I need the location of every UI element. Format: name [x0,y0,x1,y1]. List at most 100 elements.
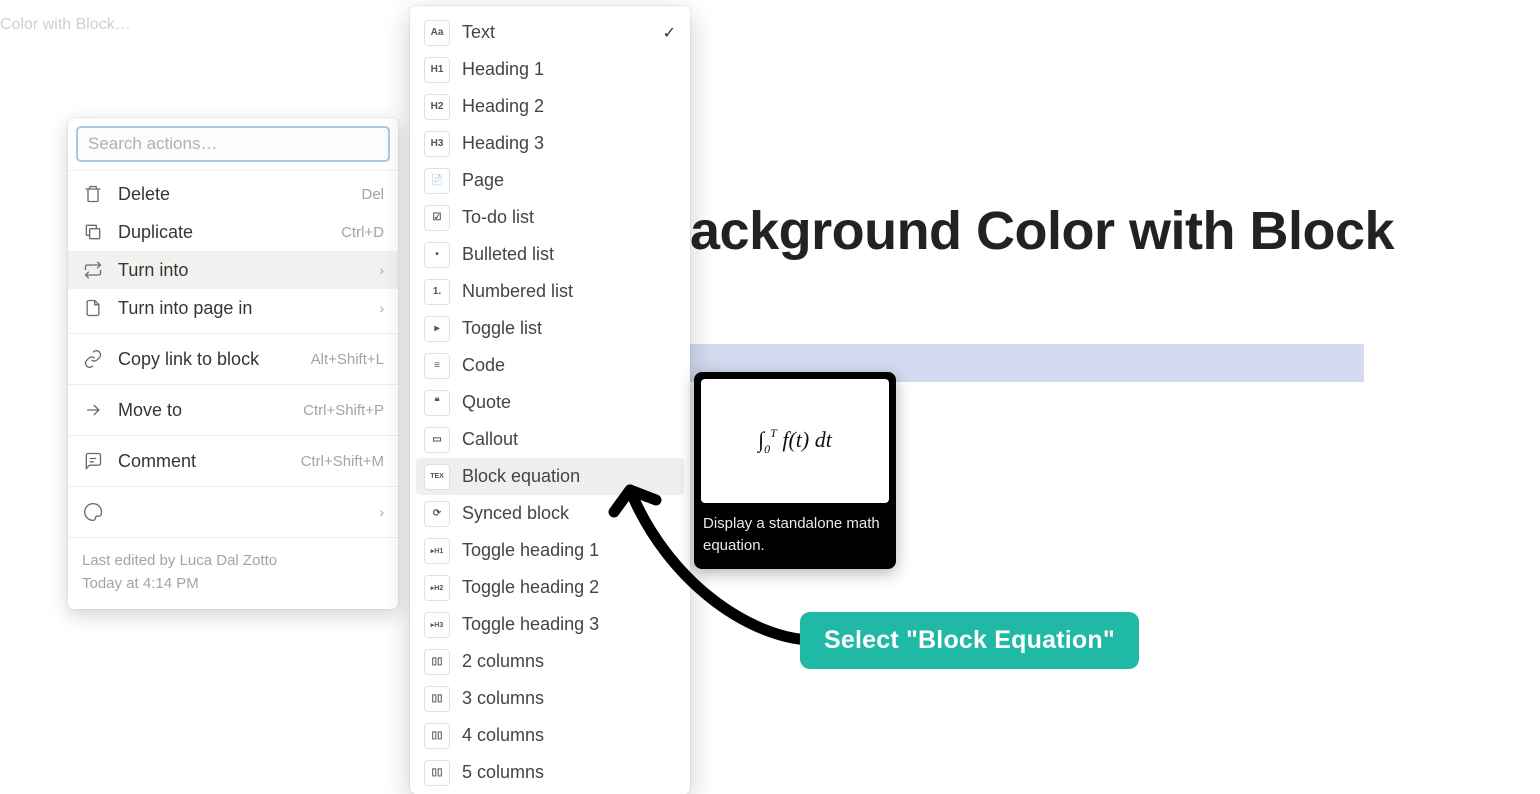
menu-item-turn-into-page-in[interactable]: Turn into page in › [68,289,398,327]
block-type-thumb-icon: ❝ [424,390,450,416]
block-context-menu: DeleteDelDuplicateCtrl+DTurn into›Turn i… [68,118,398,609]
submenu-item-label: To-do list [462,207,534,228]
turn-into-2-columns[interactable]: ▯▯ 2 columns [416,643,684,680]
menu-item-turn-into[interactable]: Turn into› [68,251,398,289]
block-type-thumb-icon: ▭ [424,427,450,453]
turn-into-text[interactable]: Aa Text ✓ [416,14,684,51]
submenu-item-label: Synced block [462,503,569,524]
submenu-item-label: Callout [462,429,518,450]
block-type-thumb-icon: ▸H3 [424,612,450,638]
turn-into-to-do-list[interactable]: ☑ To-do list [416,199,684,236]
turn-into-code[interactable]: ≡ Code [416,347,684,384]
check-icon: ✓ [663,23,676,43]
block-type-thumb-icon: H1 [424,57,450,83]
block-type-thumb-icon: ≡ [424,353,450,379]
block-type-thumb-icon: ▯▯ [424,649,450,675]
duplicate-icon [82,221,104,243]
page-icon [82,297,104,319]
block-type-thumb-icon: ▯▯ [424,723,450,749]
menu-item-move-to[interactable]: Move to Ctrl+Shift+P [68,391,398,429]
block-type-thumb-icon: H3 [424,131,450,157]
submenu-item-label: Heading 3 [462,133,544,154]
turn-into-numbered-list[interactable]: 1. Numbered list [416,273,684,310]
block-type-thumb-icon: • [424,242,450,268]
submenu-item-label: 2 columns [462,651,544,672]
submenu-item-label: Text [462,22,495,43]
submenu-item-label: Toggle heading 3 [462,614,599,635]
turn-into-callout[interactable]: ▭ Callout [416,421,684,458]
submenu-item-label: Numbered list [462,281,573,302]
menu-item-delete[interactable]: DeleteDel [68,175,398,213]
turn-into-toggle-heading-1[interactable]: ▸H1 Toggle heading 1 [416,532,684,569]
breadcrumb: Color with Block… [0,16,131,34]
turn-into-3-columns[interactable]: ▯▯ 3 columns [416,680,684,717]
keyboard-shortcut: Ctrl+D [341,224,384,241]
last-edited-time: Today at 4:14 PM [82,573,384,596]
block-preview-tooltip: ∫0T f(t) dt Display a standalone math eq… [694,372,896,569]
block-type-thumb-icon: ☑ [424,205,450,231]
submenu-item-label: Toggle list [462,318,542,339]
submenu-item-label: Page [462,170,504,191]
turn-into-heading-1[interactable]: H1 Heading 1 [416,51,684,88]
chevron-right-icon: › [379,262,384,278]
turn-into-quote[interactable]: ❝ Quote [416,384,684,421]
block-type-thumb-icon: ⟳ [424,501,450,527]
submenu-item-label: Toggle heading 1 [462,540,599,561]
submenu-item-label: 4 columns [462,725,544,746]
turn-into-bulleted-list[interactable]: • Bulleted list [416,236,684,273]
submenu-item-label: Bulleted list [462,244,554,265]
block-type-thumb-icon: 📄 [424,168,450,194]
block-type-thumb-icon: ▸H1 [424,538,450,564]
chevron-right-icon: › [379,504,384,520]
color-icon [82,501,104,523]
keyboard-shortcut: Ctrl+Shift+M [301,453,384,470]
turn-into-toggle-list[interactable]: ▸ Toggle list [416,310,684,347]
menu-item-label: Duplicate [118,222,327,243]
block-type-thumb-icon: Aa [424,20,450,46]
turn-into-block-equation[interactable]: TEX Block equation [416,458,684,495]
link-icon [82,348,104,370]
last-edited-info: Last edited by Luca Dal Zotto Today at 4… [68,540,398,609]
page-title: ackground Color with Block [690,200,1394,262]
submenu-item-label: Heading 1 [462,59,544,80]
block-type-thumb-icon: ▸H2 [424,575,450,601]
submenu-item-label: 3 columns [462,688,544,709]
block-type-thumb-icon: ▯▯ [424,686,450,712]
menu-item-comment[interactable]: CommentCtrl+Shift+M [68,442,398,480]
menu-item-label: Delete [118,184,347,205]
block-type-thumb-icon: TEX [424,464,450,490]
turn-into-synced-block[interactable]: ⟳ Synced block [416,495,684,532]
menu-item-color[interactable]: › [68,493,398,531]
turn-into-submenu: Aa Text ✓ H1 Heading 1 H2Heading 2 H3 Heading 3… [410,6,690,794]
chevron-right-icon: › [379,300,384,316]
submenu-item-label: 5 columns [462,762,544,783]
menu-item-duplicate[interactable]: Duplicate Ctrl+D [68,213,398,251]
keyboard-shortcut: Alt+Shift+L [311,351,384,368]
annotation-label: Select "Block Equation" [800,612,1139,669]
turn-into-heading-2[interactable]: H2Heading 2 [416,88,684,125]
menu-item-label: Copy link to block [118,349,297,370]
last-edited-by: Last edited by Luca Dal Zotto [82,550,384,573]
search-actions-input[interactable] [76,126,390,162]
turn-into-heading-3[interactable]: H3 Heading 3 [416,125,684,162]
menu-item-label: Move to [118,400,289,421]
menu-item-copy-link-to-block[interactable]: Copy link to block Alt+Shift+L [68,340,398,378]
preview-equation: ∫0T f(t) dt [758,426,832,457]
preview-description: Display a standalone math equation. [701,513,889,557]
submenu-item-label: Block equation [462,466,580,487]
turn-into-page[interactable]: 📄 Page [416,162,684,199]
comment-icon [82,450,104,472]
submenu-item-label: Code [462,355,505,376]
turn-into-4-columns[interactable]: ▯▯ 4 columns [416,717,684,754]
block-type-thumb-icon: 1. [424,279,450,305]
preview-thumbnail: ∫0T f(t) dt [701,379,889,503]
turn-into-5-columns[interactable]: ▯▯5 columns [416,754,684,791]
keyboard-shortcut: Ctrl+Shift+P [303,402,384,419]
block-type-thumb-icon: ▸ [424,316,450,342]
turninto-icon [82,259,104,281]
turn-into-toggle-heading-3[interactable]: ▸H3 Toggle heading 3 [416,606,684,643]
trash-icon [82,183,104,205]
submenu-item-label: Quote [462,392,511,413]
turn-into-toggle-heading-2[interactable]: ▸H2Toggle heading 2 [416,569,684,606]
menu-item-label: Turn into page in [118,298,365,319]
